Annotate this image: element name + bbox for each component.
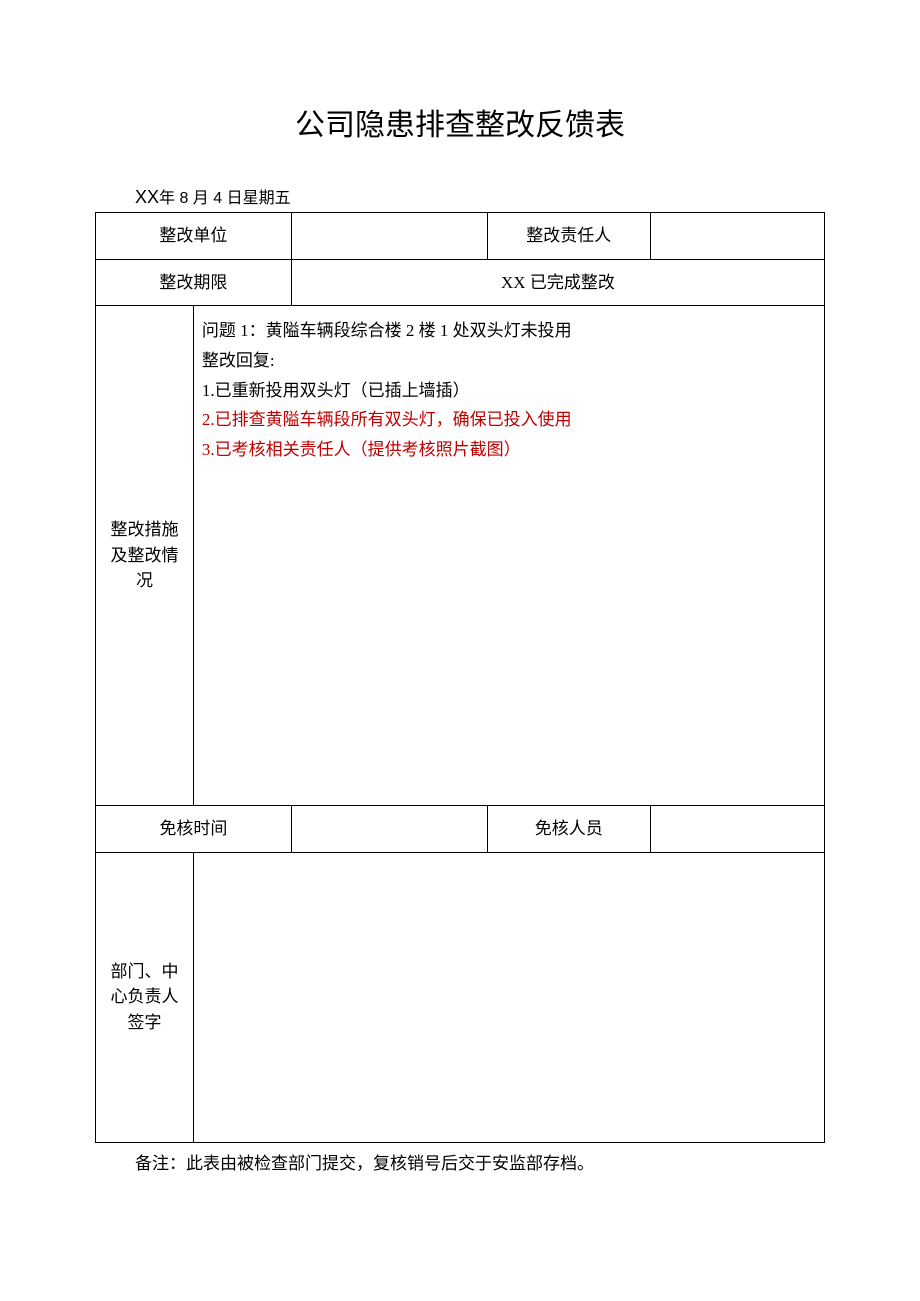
reply-header: 整改回复: — [202, 346, 816, 376]
date-rest: 年 8 月 4 日星期五 — [159, 190, 291, 207]
feedback-table: 整改单位 整改责任人 整改期限 XX 已完成整改 整改措施及整改情况 问题 1：… — [95, 212, 825, 1143]
signature-label: 部门、中心负责人签字 — [96, 852, 194, 1142]
footnote: 备注：此表由被检查部门提交，复核销号后交于安监部存档。 — [135, 1149, 825, 1174]
date-prefix: XX — [135, 187, 159, 207]
responsible-value — [650, 213, 824, 260]
measures-label: 整改措施及整改情况 — [96, 306, 194, 806]
signature-area — [193, 852, 824, 1142]
review-person-value — [650, 806, 824, 853]
review-time-value — [291, 806, 487, 853]
deadline-value: XX 已完成整改 — [291, 259, 824, 306]
issue-line: 问题 1：黄隘车辆段综合楼 2 楼 1 处双头灯未投用 — [202, 316, 816, 346]
doc-title: 公司隐患排查整改反馈表 — [95, 100, 825, 144]
unit-label: 整改单位 — [96, 213, 292, 260]
measures-content: 问题 1：黄隘车辆段综合楼 2 楼 1 处双头灯未投用 整改回复: 1.已重新投… — [193, 306, 824, 806]
deadline-label: 整改期限 — [96, 259, 292, 306]
reply-line-1: 1.已重新投用双头灯（已插上墙插） — [202, 376, 816, 406]
date-line: XX年 8 月 4 日星期五 — [135, 184, 825, 208]
review-time-label: 免核时间 — [96, 806, 292, 853]
responsible-label: 整改责任人 — [487, 213, 650, 260]
unit-value — [291, 213, 487, 260]
reply-line-3: 3.已考核相关责任人（提供考核照片截图） — [202, 435, 816, 465]
reply-line-2: 2.已排查黄隘车辆段所有双头灯，确保已投入使用 — [202, 405, 816, 435]
review-person-label: 免核人员 — [487, 806, 650, 853]
